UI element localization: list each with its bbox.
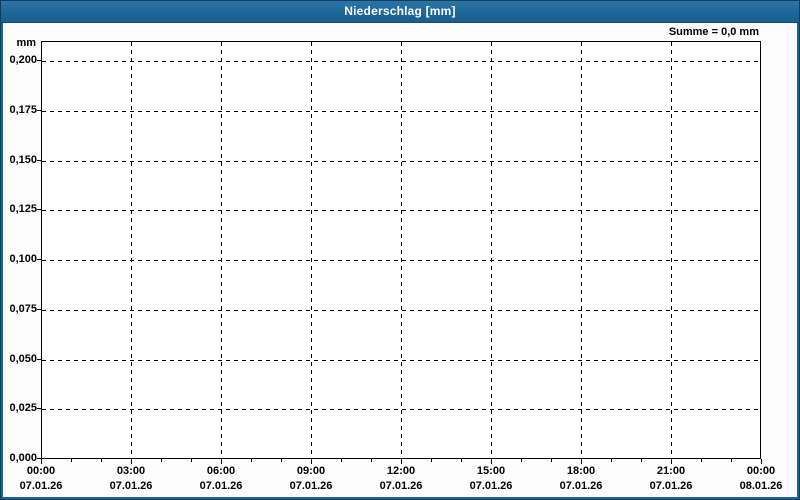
y-tick-label: 0,100 [9,253,37,265]
sum-annotation: Summe = 0,0 mm [668,26,759,38]
titlebar: Niederschlag [mm] [1,1,799,23]
x-axis-minor-tick [371,459,372,462]
y-axis-tick [37,110,41,111]
x-axis-minor-tick [731,459,732,462]
x-axis-minor-tick [251,459,252,462]
x-tick-label-date: 07.01.26 [109,480,153,492]
x-axis-minor-tick [431,459,432,462]
x-tick-label-time: 12:00 [386,465,416,477]
x-axis-minor-tick [551,459,552,462]
y-tick-label: 0,175 [9,104,37,116]
y-axis-tick [37,60,41,61]
x-grid-line [581,42,582,458]
x-tick-label-date: 07.01.26 [379,480,423,492]
x-tick-label-time: 21:00 [656,465,686,477]
y-axis-tick [37,160,41,161]
y-axis-tick [37,309,41,310]
plot-area [41,41,761,459]
y-axis-tick [37,408,41,409]
x-axis-major-tick [491,459,492,464]
x-axis-minor-tick [191,459,192,462]
x-tick-label-time: 06:00 [206,465,236,477]
x-tick-label-time: 00:00 [26,465,56,477]
x-grid-line [671,42,672,458]
x-axis-major-tick [131,459,132,464]
x-axis-major-tick [401,459,402,464]
y-tick-label: 0,150 [9,154,37,166]
x-axis-major-tick [311,459,312,464]
x-tick-label-time: 03:00 [116,465,146,477]
x-tick-label-date: 07.01.26 [199,480,243,492]
x-axis-major-tick [221,459,222,464]
x-tick-label-time: 15:00 [476,465,506,477]
x-tick-label-time: 00:00 [746,465,776,477]
x-tick-label-date: 07.01.26 [469,480,513,492]
x-axis-minor-tick [701,459,702,462]
y-tick-label: 0,050 [9,353,37,365]
x-tick-label-date: 08.01.26 [739,480,783,492]
x-axis-minor-tick [161,459,162,462]
x-axis-minor-tick [101,459,102,462]
y-tick-label: 0,200 [9,54,37,66]
y-axis-unit-label: mm [16,37,36,49]
x-tick-label-date: 07.01.26 [289,480,333,492]
x-axis-major-tick [581,459,582,464]
y-axis-tick [37,359,41,360]
y-tick-label: 0,025 [9,402,37,414]
x-axis-minor-tick [71,459,72,462]
x-axis-minor-tick [521,459,522,462]
x-tick-label-date: 07.01.26 [559,480,603,492]
x-tick-label-date: 07.01.26 [649,480,693,492]
x-axis-major-tick [41,459,42,464]
x-tick-label-date: 07.01.26 [19,480,63,492]
x-grid-line [221,42,222,458]
x-axis-major-tick [671,459,672,464]
y-tick-label: 0,125 [9,203,37,215]
x-axis-minor-tick [281,459,282,462]
x-grid-line [131,42,132,458]
y-tick-label: 0,075 [9,303,37,315]
x-grid-line [401,42,402,458]
x-tick-label-time: 09:00 [296,465,326,477]
x-axis-minor-tick [611,459,612,462]
y-tick-label: 0,000 [9,452,37,464]
y-axis-tick [37,209,41,210]
x-grid-line [491,42,492,458]
x-tick-label-time: 18:00 [566,465,596,477]
x-grid-line [311,42,312,458]
chart-window: Niederschlag [mm] Summe = 0,0 mm mm 0,20… [0,0,800,500]
chart-title: Niederschlag [mm] [344,4,456,18]
x-axis-major-tick [761,459,762,464]
y-axis-tick [37,259,41,260]
x-axis-minor-tick [341,459,342,462]
x-axis-minor-tick [641,459,642,462]
x-axis-minor-tick [461,459,462,462]
